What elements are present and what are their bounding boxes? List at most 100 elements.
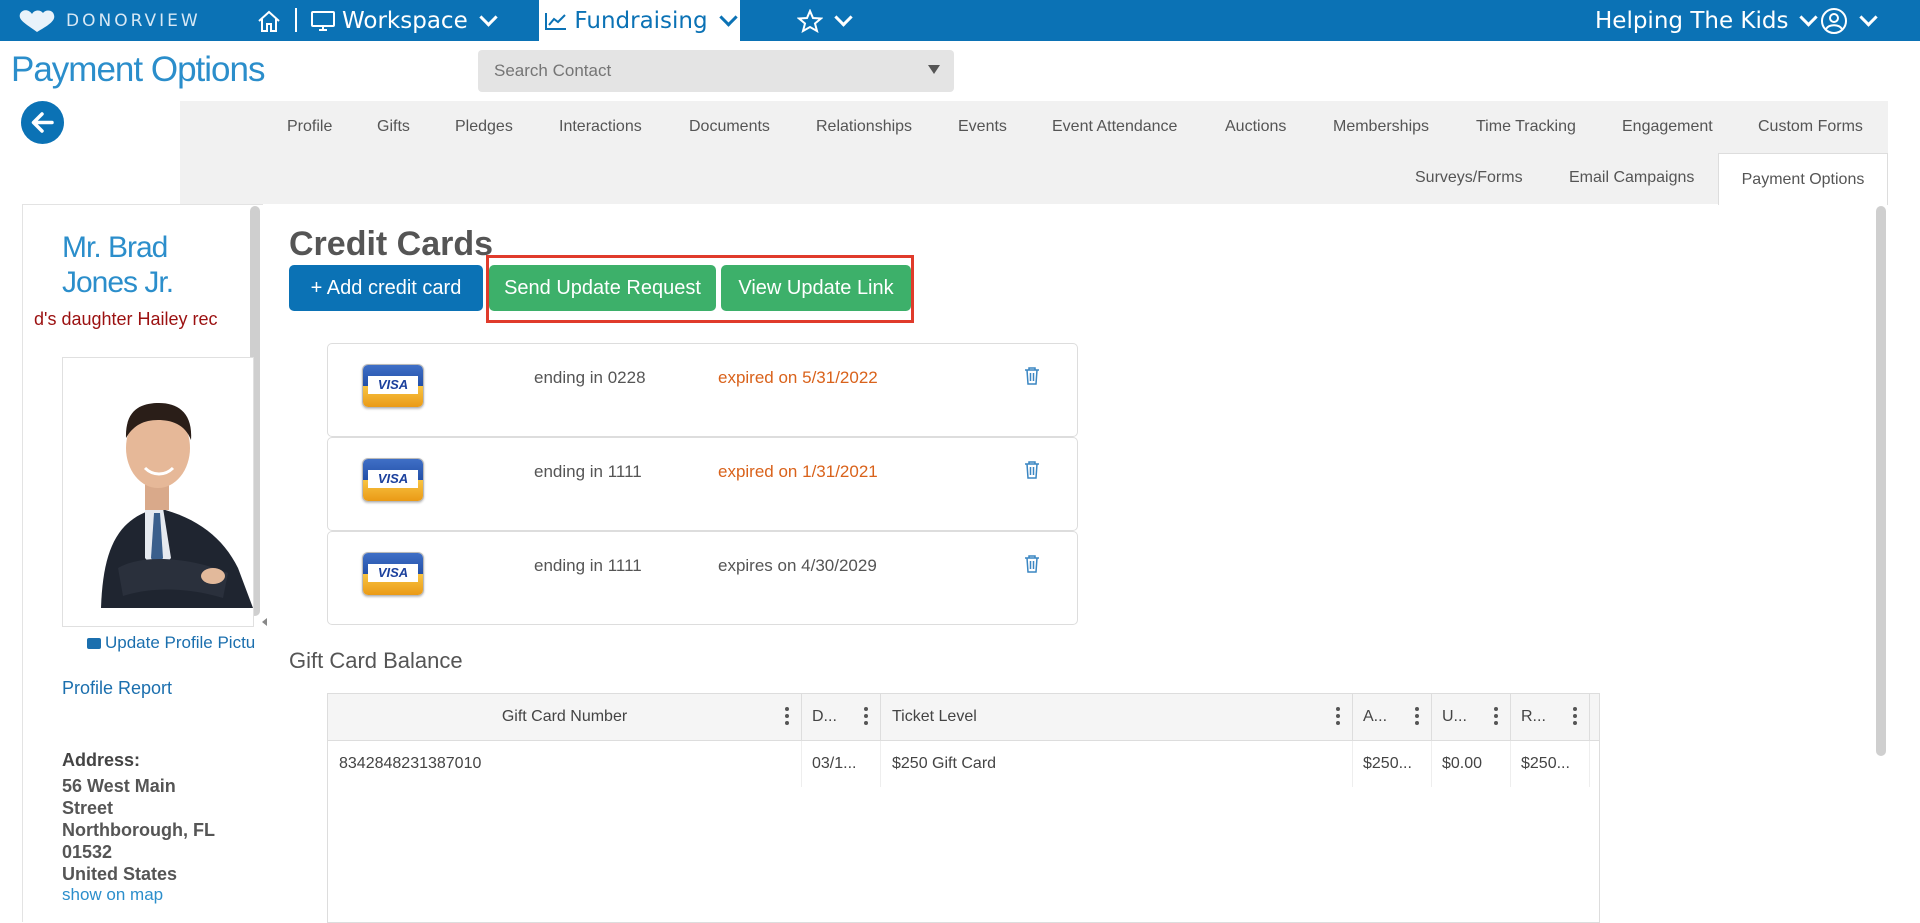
address-line: Northborough, FL [62, 820, 215, 840]
column-menu-icon[interactable] [1494, 707, 1498, 728]
tab-custom-forms[interactable]: Custom Forms [1758, 118, 1863, 136]
column-menu-icon[interactable] [785, 707, 789, 728]
trash-icon[interactable] [1024, 555, 1040, 573]
tab-engagement[interactable]: Engagement [1622, 118, 1713, 136]
tab-time-tracking[interactable]: Time Tracking [1476, 118, 1576, 136]
home-button[interactable] [256, 0, 282, 41]
credit-card-row: VISA ending in 1111 expires on 4/30/2029 [327, 531, 1078, 625]
visa-card-icon: VISA [362, 552, 424, 596]
profile-photo [62, 357, 254, 627]
card-ending: ending in 0228 [534, 368, 646, 387]
cell-gift-card-number: 8342848231387010 [328, 741, 802, 787]
chevron-down-icon [718, 8, 738, 27]
add-credit-card-button[interactable]: + Add credit card [289, 265, 483, 311]
collapse-sidebar-icon[interactable] [262, 618, 267, 626]
card-ending: ending in 1111 [534, 556, 642, 575]
update-profile-picture-link[interactable]: Update Profile Pictu [87, 633, 257, 653]
logo-hearts-icon [19, 10, 55, 32]
profile-report-link[interactable]: Profile Report [62, 678, 172, 699]
cell-amount: $250... [1353, 741, 1432, 787]
column-header-remaining[interactable]: R... [1511, 694, 1590, 740]
tab-payment-options-label: Payment Options [1741, 170, 1865, 188]
address-label: Address: [62, 750, 141, 770]
workspace-label: Workspace [342, 7, 468, 34]
person-portrait-icon [63, 358, 253, 626]
column-header-gift-card-number[interactable]: Gift Card Number [328, 694, 802, 740]
grid-header: Gift Card Number D... Ticket Level A... … [328, 694, 1599, 741]
org-menu[interactable]: Helping The Kids [1595, 0, 1819, 41]
logo-text: DONORVIEW [66, 11, 201, 31]
column-header-label: Gift Card Number [501, 708, 628, 725]
show-on-map-link[interactable]: show on map [62, 885, 163, 905]
user-avatar-icon [1821, 7, 1847, 34]
tab-event-attendance[interactable]: Event Attendance [1052, 118, 1177, 136]
tab-profile[interactable]: Profile [287, 118, 332, 136]
credit-card-row: VISA ending in 0228 expired on 5/31/2022 [327, 343, 1078, 437]
address-line: United States [62, 864, 178, 884]
card-brand: VISA [368, 564, 418, 582]
column-menu-icon[interactable] [1336, 707, 1340, 728]
org-name: Helping The Kids [1595, 7, 1789, 34]
contact-note: d's daughter Hailey rec [34, 309, 218, 329]
credit-cards-title: Credit Cards [289, 225, 494, 263]
contact-name-line2: Jones Jr. [62, 266, 174, 299]
column-menu-icon[interactable] [1573, 707, 1577, 728]
trash-icon[interactable] [1024, 367, 1040, 385]
column-header-date[interactable]: D... [802, 694, 881, 740]
tab-relationships[interactable]: Relationships [816, 118, 912, 136]
chart-line-icon [545, 12, 567, 30]
cell-remaining: $250... [1511, 741, 1590, 787]
star-icon [797, 8, 823, 33]
camera-icon [87, 638, 101, 649]
column-header-used[interactable]: U... [1432, 694, 1511, 740]
card-brand: VISA [368, 376, 418, 394]
gift-card-grid: Gift Card Number D... Ticket Level A... … [327, 693, 1600, 923]
tab-email-campaigns[interactable]: Email Campaigns [1569, 169, 1694, 187]
card-expiry: expired on 1/31/2021 [718, 462, 878, 481]
fundraising-label: Fundraising [574, 7, 708, 34]
column-header-ticket-level[interactable]: Ticket Level [881, 694, 1353, 740]
card-ending: ending in 1111 [534, 462, 642, 481]
tab-memberships[interactable]: Memberships [1333, 118, 1429, 136]
tab-documents[interactable]: Documents [689, 118, 770, 136]
search-contact-dropdown[interactable] [478, 50, 954, 92]
back-button[interactable] [21, 101, 64, 144]
tab-events[interactable]: Events [958, 118, 1007, 136]
column-menu-icon[interactable] [864, 707, 868, 728]
visa-card-icon: VISA [362, 458, 424, 502]
chevron-down-icon [834, 8, 853, 27]
tab-payment-options[interactable]: Payment Options [1718, 153, 1888, 205]
column-header-label: R... [1521, 708, 1546, 725]
column-header-amount[interactable]: A... [1353, 694, 1432, 740]
favorites-menu[interactable] [797, 0, 853, 41]
tab-bar [180, 101, 1888, 204]
search-input[interactable] [478, 50, 914, 92]
nav-divider [295, 8, 297, 32]
column-header-label: Ticket Level [892, 708, 977, 725]
fundraising-menu[interactable]: Fundraising [539, 0, 740, 41]
tab-interactions[interactable]: Interactions [559, 118, 642, 136]
workspace-menu[interactable]: Workspace [310, 0, 498, 41]
chevron-down-icon [1799, 8, 1819, 27]
caret-down-icon[interactable] [928, 65, 940, 74]
visa-card-icon: VISA [362, 364, 424, 408]
gift-card-balance-title: Gift Card Balance [289, 648, 463, 673]
tab-pledges[interactable]: Pledges [455, 118, 513, 136]
column-menu-icon[interactable] [1415, 707, 1419, 728]
tab-auctions[interactable]: Auctions [1225, 118, 1286, 136]
user-menu[interactable] [1820, 0, 1878, 41]
tab-gifts[interactable]: Gifts [377, 118, 410, 136]
arrow-left-icon [31, 112, 54, 133]
main-scrollbar[interactable] [1876, 206, 1886, 756]
tab-surveys-forms[interactable]: Surveys/Forms [1415, 169, 1523, 187]
monitor-icon [311, 10, 335, 31]
cell-date: 03/1... [802, 741, 881, 787]
card-expiry: expires on 4/30/2029 [718, 556, 877, 575]
cell-ticket-level: $250 Gift Card [881, 741, 1353, 787]
chevron-down-icon [479, 8, 498, 27]
column-header-label: A... [1363, 708, 1388, 725]
logo[interactable]: DONORVIEW [16, 6, 201, 36]
trash-icon[interactable] [1024, 461, 1040, 479]
address-line: 56 West Main [62, 776, 176, 796]
credit-card-row: VISA ending in 1111 expired on 1/31/2021 [327, 437, 1078, 531]
